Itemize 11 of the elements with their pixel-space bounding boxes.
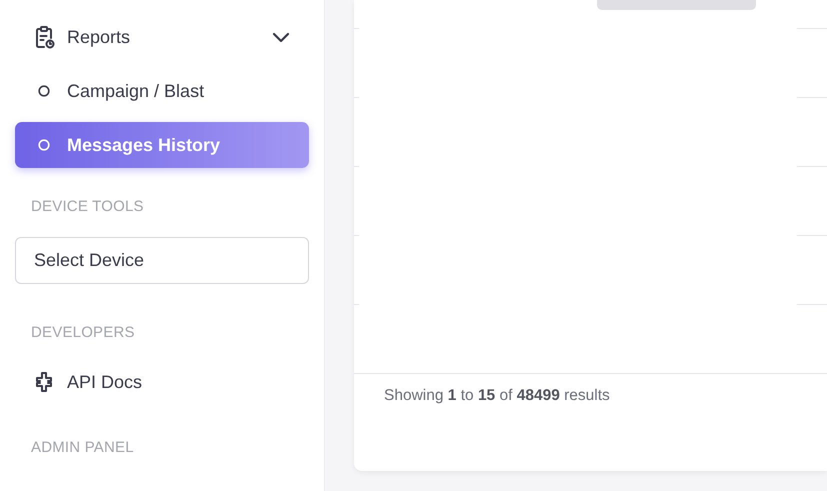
nav-link-item[interactable]: API Docs bbox=[15, 359, 309, 405]
nav-sub-item[interactable]: Messages History bbox=[15, 122, 309, 168]
circle-icon bbox=[38, 85, 50, 97]
nav-sub-item[interactable]: Campaign / Blast bbox=[15, 68, 309, 114]
nav-group-item[interactable]: Reports bbox=[15, 14, 309, 60]
section-heading: ADMIN PANEL bbox=[30, 439, 135, 456]
section-heading: DEVICE TOOLS bbox=[30, 198, 145, 215]
circle-icon bbox=[38, 139, 50, 151]
section-heading: DEVELOPERS bbox=[30, 324, 136, 341]
results-summary: Showing 1 to 15 of 48499 results bbox=[384, 387, 610, 404]
device-select[interactable]: Select Device bbox=[15, 237, 309, 284]
